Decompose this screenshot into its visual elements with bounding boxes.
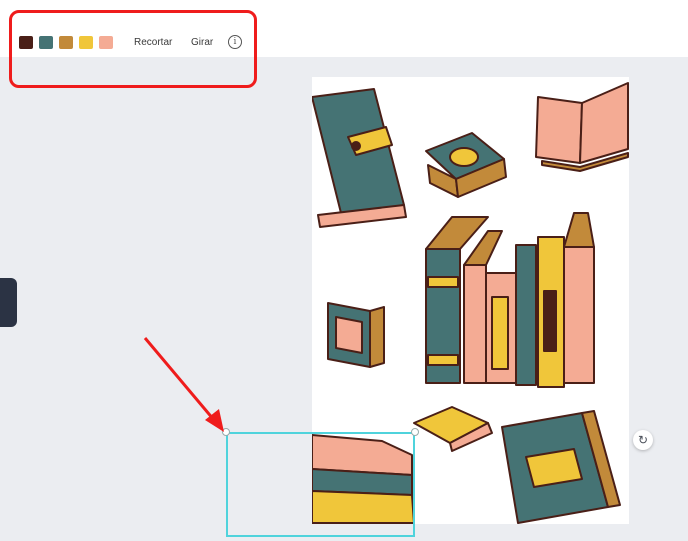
annotation-arrow — [143, 337, 224, 432]
